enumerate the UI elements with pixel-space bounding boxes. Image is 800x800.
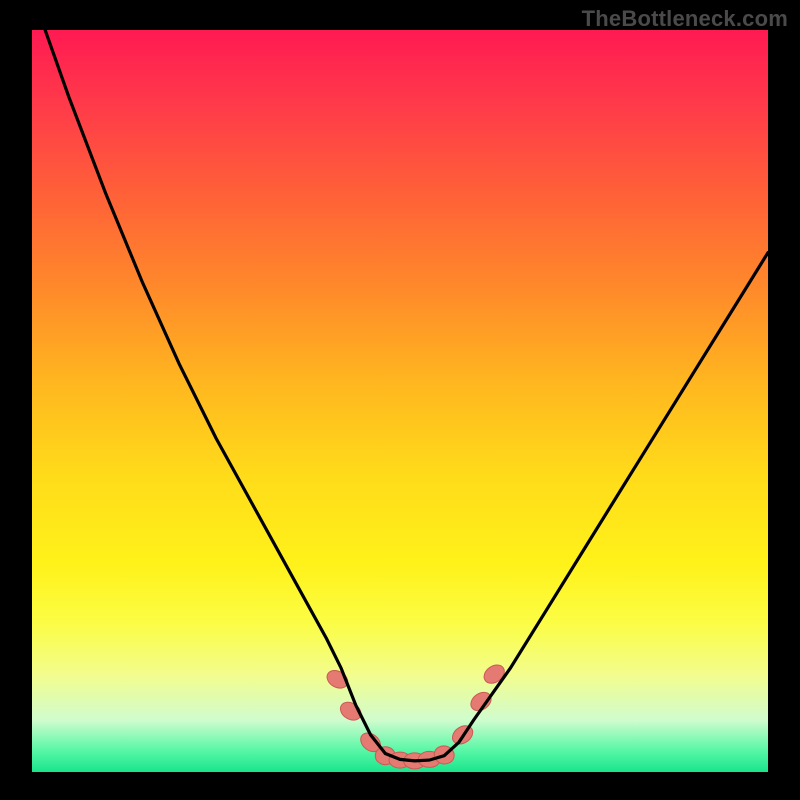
watermark-text: TheBottleneck.com <box>582 6 788 32</box>
chart-markers <box>324 661 508 769</box>
chart-frame: TheBottleneck.com <box>0 0 800 800</box>
chart-marker <box>481 661 508 687</box>
chart-curve <box>32 0 768 761</box>
chart-overlay <box>32 30 768 772</box>
